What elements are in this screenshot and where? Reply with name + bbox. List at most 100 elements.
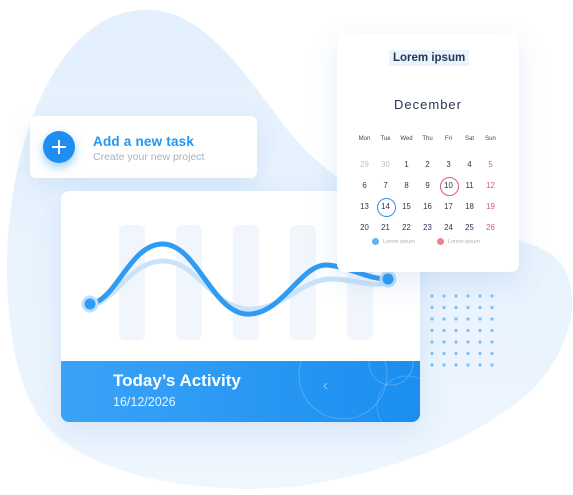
calendar-day[interactable]: 16 xyxy=(417,196,438,217)
calendar-day[interactable]: 29 xyxy=(354,154,375,175)
decor-dot xyxy=(490,351,494,356)
decor-dot xyxy=(466,340,470,344)
calendar-card: Lorem ipsum December Mon Tue Wed Thu Fri Sat S… xyxy=(337,34,519,272)
calendar-day[interactable]: 26 xyxy=(480,217,501,238)
decor-dot xyxy=(478,294,482,298)
calendar-day[interactable]: 4 xyxy=(459,154,480,175)
calendar-day[interactable]: 11 xyxy=(459,175,480,196)
decor-dot xyxy=(454,351,458,356)
calendar-day[interactable]: 18 xyxy=(459,196,480,217)
legend-dot xyxy=(372,238,379,245)
calendar-grid: Mon Tue Wed Thu Fri Sat Sun 29 30 1 2 3 4 5 6 7 8 9 10 11 12… xyxy=(354,133,522,238)
calendar-day-selected[interactable]: 14 xyxy=(375,196,396,217)
decor-dot xyxy=(478,363,482,367)
decor-dot xyxy=(478,317,482,321)
add-task-subtitle: Create your new project xyxy=(93,151,205,163)
decor-dot xyxy=(466,363,470,367)
decor-dot xyxy=(430,294,434,298)
decor-dot xyxy=(430,305,434,310)
decor-dot xyxy=(466,351,470,356)
decor-dot xyxy=(442,317,446,321)
calendar-day[interactable]: 9 xyxy=(417,175,438,196)
weekday-label: Sun xyxy=(485,136,496,142)
calendar-day[interactable]: 25 xyxy=(459,217,480,238)
weekday-label: Mon xyxy=(358,136,371,142)
plus-icon[interactable] xyxy=(43,131,75,163)
weekday-label: Wed xyxy=(400,136,413,142)
calendar-day[interactable]: 6 xyxy=(354,175,375,196)
decor-dot xyxy=(490,294,494,298)
calendar-day[interactable]: 23 xyxy=(417,217,438,238)
calendar-day[interactable]: 20 xyxy=(354,217,375,238)
calendar-day[interactable]: 3 xyxy=(438,154,459,175)
add-task-card[interactable]: Add a new task Create your new project xyxy=(30,116,257,178)
decor-dot xyxy=(430,363,434,367)
decor-dot xyxy=(466,294,470,298)
decor-dot xyxy=(430,317,434,321)
decor-dot xyxy=(442,351,446,356)
calendar-day[interactable]: 12 xyxy=(480,175,501,196)
calendar-month: December xyxy=(394,97,462,112)
decor-dot xyxy=(454,363,458,367)
calendar-day[interactable]: 8 xyxy=(396,175,417,196)
calendar-legend: Lorem ipsum Lorem ipsum xyxy=(337,238,519,250)
decor-dot xyxy=(442,294,446,298)
chart-bar xyxy=(233,225,259,340)
decor-dot xyxy=(430,340,434,344)
decor-dot xyxy=(490,340,494,344)
calendar-day[interactable]: 2 xyxy=(417,154,438,175)
decor-dot xyxy=(454,340,458,344)
decor-dot xyxy=(478,351,482,356)
chart-bar xyxy=(176,225,202,340)
legend-label: Lorem ipsum xyxy=(383,238,415,245)
decor-dot xyxy=(454,328,458,333)
calendar-day[interactable]: 19 xyxy=(480,196,501,217)
calendar-day[interactable]: 21 xyxy=(375,217,396,238)
decor-dot xyxy=(478,305,482,310)
decor-dot xyxy=(442,328,446,333)
decor-dot xyxy=(466,305,470,310)
activity-title: Today’s Activity xyxy=(113,371,241,390)
decor-dot xyxy=(430,351,434,356)
decor-dot xyxy=(490,363,494,367)
weekday-label: Sat xyxy=(464,136,474,142)
legend-item: Lorem ipsum xyxy=(437,238,480,245)
calendar-day[interactable]: 13 xyxy=(354,196,375,217)
add-task-title: Add a new task xyxy=(93,134,195,149)
calendar-day[interactable]: 15 xyxy=(396,196,417,217)
decor-dot xyxy=(478,328,482,333)
calendar-day[interactable]: 10 xyxy=(438,175,459,196)
decor-dot xyxy=(478,340,482,344)
weekday-label: Fri xyxy=(445,136,452,142)
calendar-day[interactable]: 1 xyxy=(396,154,417,175)
calendar-day[interactable]: 22 xyxy=(396,217,417,238)
calendar-day[interactable]: 24 xyxy=(438,217,459,238)
chart-end-point xyxy=(379,270,397,288)
chart-start-point xyxy=(81,295,99,313)
legend-dot xyxy=(437,238,444,245)
calendar-day[interactable]: 30 xyxy=(375,154,396,175)
weekday-label: Thu xyxy=(422,136,433,142)
legend-label: Lorem ipsum xyxy=(448,238,480,245)
decor-dot xyxy=(454,305,458,310)
decor-dot xyxy=(466,317,470,321)
activity-footer: Today’s Activity 16/12/2026 xyxy=(61,361,420,422)
decor-dot xyxy=(430,328,434,333)
calendar-day[interactable]: 17 xyxy=(438,196,459,217)
weekday-label: Tue xyxy=(380,136,391,142)
decor-dot xyxy=(490,317,494,321)
decor-dot xyxy=(442,340,446,344)
dot-grid-decoration xyxy=(430,294,494,367)
calendar-day[interactable]: 5 xyxy=(480,154,501,175)
decor-dot xyxy=(490,328,494,333)
activity-date: 16/12/2026 xyxy=(113,395,176,409)
calendar-header: Lorem ipsum xyxy=(389,50,470,66)
decor-dot xyxy=(454,294,458,298)
decor-dot xyxy=(442,305,446,310)
decor-dot xyxy=(466,328,470,333)
calendar-day[interactable]: 7 xyxy=(375,175,396,196)
decor-dot xyxy=(454,317,458,321)
decor-dot xyxy=(490,305,494,310)
decor-dot xyxy=(442,363,446,367)
legend-item: Lorem ipsum xyxy=(372,238,415,245)
